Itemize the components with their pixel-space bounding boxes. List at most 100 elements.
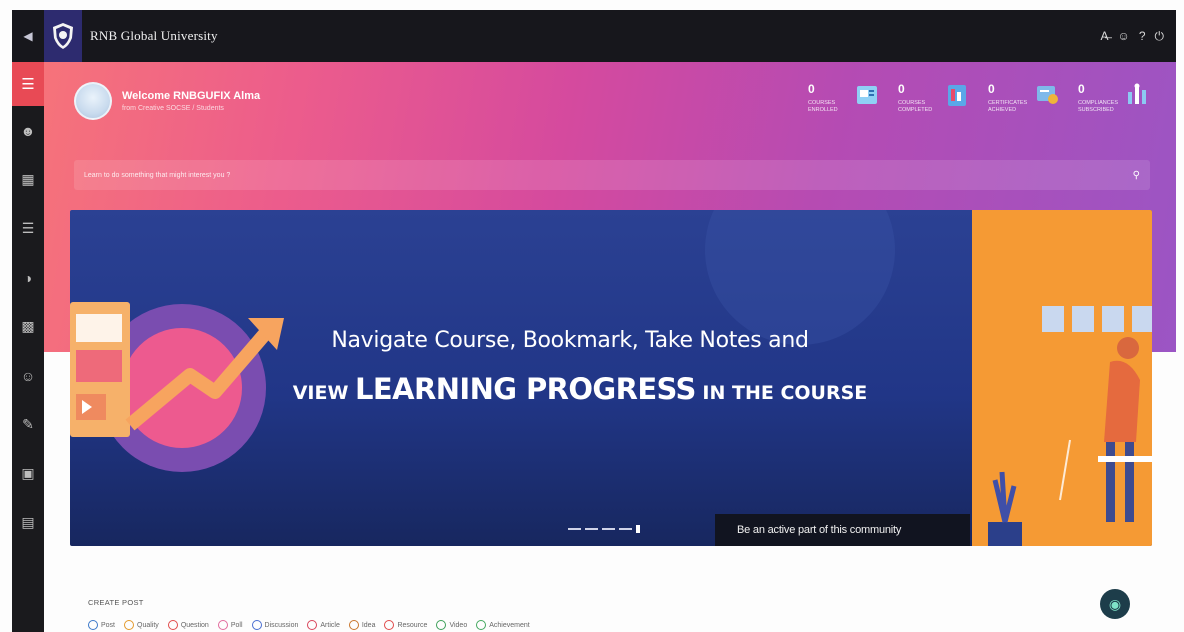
sidebar-item-courses[interactable]: ☰ (12, 204, 44, 253)
post-type-options: Post Quality Question Poll Discussion Article… (88, 620, 530, 630)
post-option-discussion[interactable]: Discussion (251, 620, 299, 630)
stat-label: COURSES COMPLETED (898, 100, 933, 113)
post-option-resource[interactable]: Resource (384, 620, 427, 630)
avatar[interactable] (74, 82, 112, 120)
post-option-label: Discussion (264, 621, 299, 629)
chat-button[interactable]: ◉ (1100, 589, 1130, 619)
translate-icon[interactable]: A̶ (1101, 29, 1109, 43)
post-option-label: Quality (137, 621, 159, 629)
book-icon: ☰ (21, 220, 35, 236)
community-caption-text: Be an active part of this community (737, 524, 902, 536)
welcome-title: Welcome RNBGUFIX Alma (122, 90, 261, 102)
chevron-left-icon: ◀ (23, 29, 33, 43)
university-logo[interactable] (44, 10, 82, 62)
post-option-label: Question (180, 621, 209, 629)
grid-icon: ▩ (21, 318, 35, 334)
create-post-label: CREATE POST (88, 598, 144, 607)
sidebar-item-progress[interactable]: ◑ (12, 253, 44, 302)
certificate-icon (1037, 86, 1058, 104)
resource-icon (384, 620, 395, 630)
courses-completed-icon (948, 85, 966, 106)
stat-compliances-subscribed[interactable]: 0 COMPLIANCES SUBSCRIBED (1078, 82, 1150, 114)
help-icon[interactable]: ? (1139, 29, 1146, 43)
report-icon: ▤ (21, 514, 35, 530)
post-option-label: Article (320, 621, 340, 629)
sidebar-item-community[interactable]: ☺ (12, 351, 44, 400)
users-icon: ☺ (20, 367, 36, 384)
post-option-post[interactable]: Post (88, 620, 115, 630)
sidebar-menu-button[interactable]: ☰ (12, 62, 44, 106)
sidebar-item-notes[interactable]: ✎ (12, 400, 44, 449)
edit-icon: ✎ (22, 416, 34, 432)
stat-label: COURSES ENROLLED (808, 100, 838, 113)
brand-name: RNB Global University (90, 28, 218, 43)
power-icon[interactable]: ⏻ (1155, 29, 1165, 44)
search-bar[interactable]: Learn to do something that might interes… (74, 160, 1150, 190)
achievement-icon (476, 620, 487, 630)
compliance-icon (1128, 83, 1146, 104)
carousel-dot[interactable] (602, 528, 615, 530)
user-icon: ☻ (20, 122, 36, 139)
carousel-dot[interactable] (585, 528, 598, 530)
article-icon (307, 620, 318, 630)
post-option-label: Video (449, 621, 468, 629)
question-icon (167, 620, 178, 630)
banner-sub-prefix: VIEW (292, 382, 356, 404)
video-icon (436, 620, 447, 630)
post-option-label: Idea (361, 621, 376, 629)
hamburger-icon: ☰ (21, 76, 35, 93)
stat-certificates-achieved[interactable]: 0 CERTIFICATES ACHIEVED (988, 82, 1060, 114)
quality-icon (124, 620, 135, 630)
post-option-question[interactable]: Question (167, 620, 209, 630)
carousel-dot[interactable] (619, 528, 632, 530)
sidebar-item-profile[interactable]: ☻ (12, 106, 44, 155)
sidebar-item-reports[interactable]: ▤ (12, 498, 44, 547)
discussion-icon (251, 620, 262, 630)
courses-enrolled-icon (857, 86, 877, 104)
sidebar-item-calendar[interactable]: ▦ (12, 155, 44, 204)
banner-subheadline: VIEW LEARNING PROGRESS IN THE COURSE (280, 372, 880, 406)
top-bar: ◀ RNB Global University A̶ ☺ ? ⏻ (12, 10, 1176, 62)
carousel-indicators (568, 525, 640, 533)
idea-icon (348, 620, 359, 630)
post-option-video[interactable]: Video (436, 620, 467, 630)
sidebar-item-saved[interactable]: ▣ (12, 449, 44, 498)
header-actions: A̶ ☺ ? ⏻ (1101, 10, 1164, 62)
post-option-idea[interactable]: Idea (348, 620, 376, 630)
create-post-section: CREATE POST Post Quality Question Poll Discu… (88, 598, 530, 630)
welcome-block: Welcome RNBGUFIX Alma from Creative SOCS… (74, 82, 260, 120)
carousel-dot-active[interactable] (636, 525, 640, 533)
search-icon[interactable]: ⚲ (1133, 170, 1140, 181)
profile-icon[interactable]: ☺ (1118, 29, 1130, 43)
carousel-dot[interactable] (568, 528, 581, 530)
post-option-poll[interactable]: Poll (217, 620, 243, 630)
save-icon: ▣ (21, 465, 35, 481)
stat-courses-completed[interactable]: 0 COURSES COMPLETED (898, 82, 970, 114)
main-content: Welcome RNBGUFIX Alma from Creative SOCS… (44, 62, 1176, 632)
banner-headline: Navigate Course, Bookmark, Take Notes an… (331, 328, 809, 353)
shield-logo-icon (53, 23, 73, 49)
post-icon (88, 620, 98, 630)
post-option-achievement[interactable]: Achievement (476, 620, 530, 630)
stat-label: COMPLIANCES SUBSCRIBED (1078, 100, 1119, 113)
promo-banner[interactable]: Navigate Course, Bookmark, Take Notes an… (70, 210, 1152, 546)
stat-value: 0 (898, 82, 905, 96)
post-option-label: Poll (230, 621, 243, 629)
welcome-subtitle: from Creative SOCSE / Students (122, 105, 224, 112)
community-caption: Be an active part of this community (715, 514, 970, 546)
stat-value: 0 (808, 82, 815, 96)
app-window: { "header": { "brand": "RNB Global Unive… (0, 0, 1184, 632)
stat-courses-enrolled[interactable]: 0 COURSES ENROLLED (808, 82, 880, 114)
search-input[interactable]: Learn to do something that might interes… (84, 172, 1133, 179)
stat-value: 0 (988, 82, 995, 96)
post-option-label: Post (101, 621, 116, 629)
stats-row: 0 COURSES ENROLLED 0 COURSES COMPLETED 0… (808, 82, 1150, 114)
sidebar-toggle-button[interactable]: ◀ (12, 10, 44, 62)
stat-label: CERTIFICATES ACHIEVED (988, 100, 1028, 113)
post-option-quality[interactable]: Quality (124, 620, 159, 630)
post-option-label: Resource (397, 621, 428, 629)
sidebar-item-dashboard[interactable]: ▩ (12, 302, 44, 351)
post-option-article[interactable]: Article (307, 620, 340, 630)
post-option-label: Achievement (489, 621, 530, 629)
poll-icon (217, 620, 228, 630)
